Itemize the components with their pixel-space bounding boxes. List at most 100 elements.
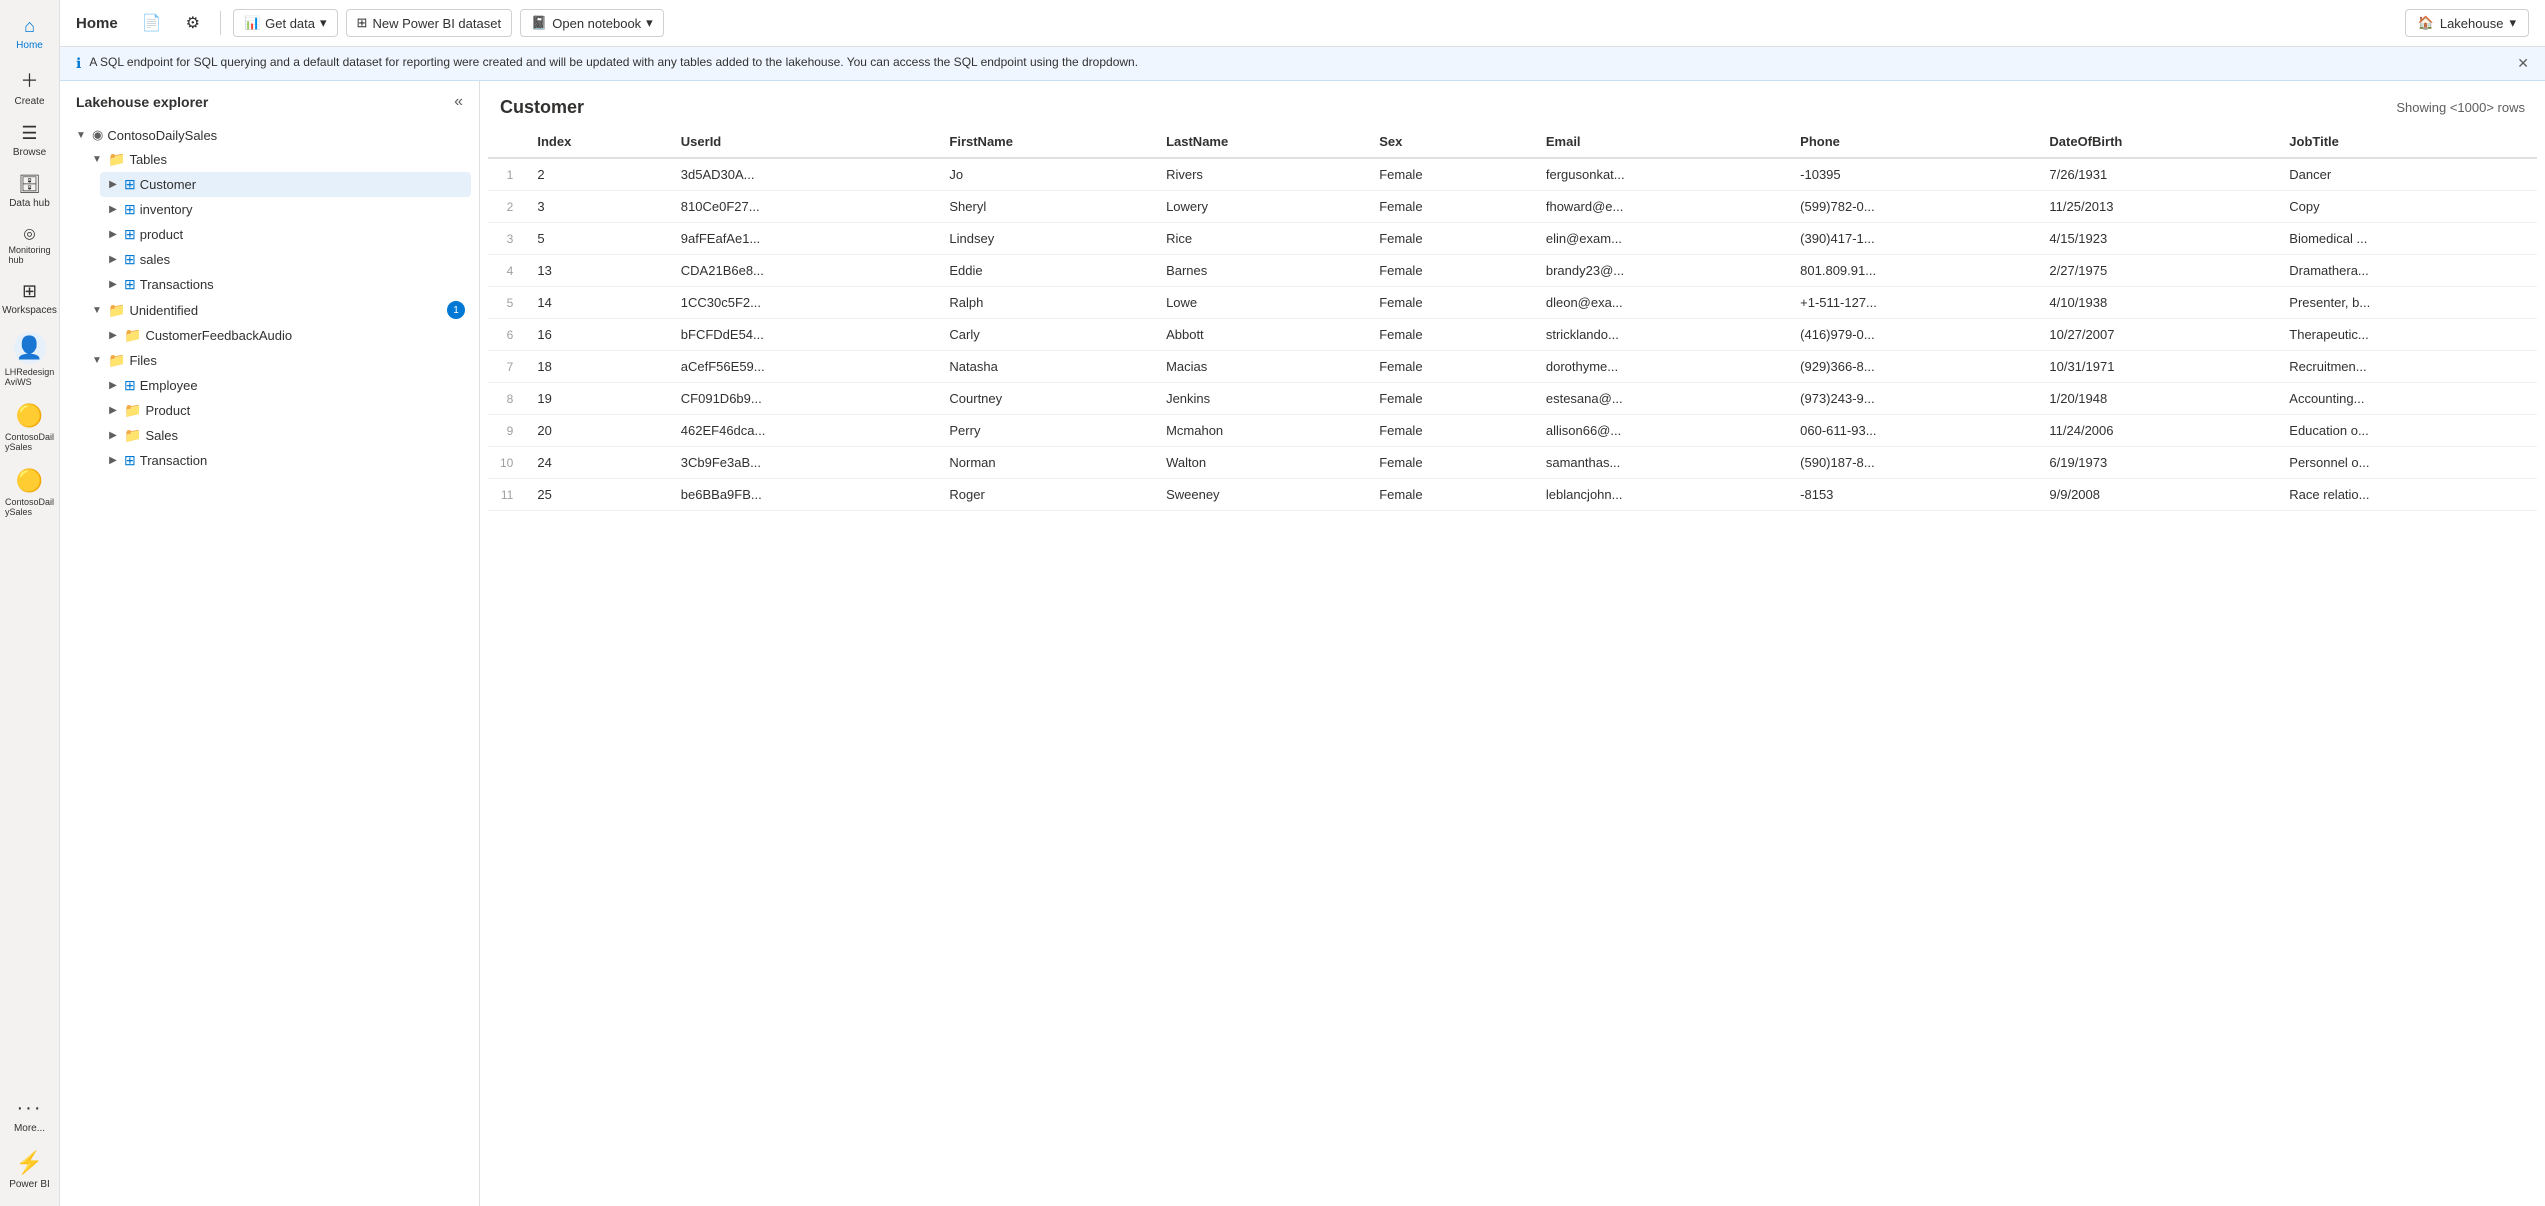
tree-item-transactions[interactable]: ▶ ⊞ Transactions [100, 272, 471, 297]
tree-item-product-file[interactable]: ▶ 📁 Product [100, 398, 471, 423]
cell-index: 20 [525, 415, 668, 447]
tree-item-sales-file[interactable]: ▶ 📁 Sales [100, 423, 471, 448]
inventory-label: inventory [140, 202, 465, 217]
tree-item-employee[interactable]: ▶ ⊞ Employee [100, 373, 471, 398]
toolbar-title: Home [76, 15, 118, 32]
unidentified-children: ▶ 📁 CustomerFeedbackAudio [84, 323, 471, 348]
cell-email: elin@exam... [1534, 223, 1788, 255]
nav-item-monitoring[interactable]: ◎ Monitoringhub [0, 217, 59, 273]
files-label: Files [129, 353, 465, 368]
col-lastname: LastName [1154, 126, 1367, 158]
cell-firstname: Ralph [937, 287, 1154, 319]
workspace-root[interactable]: ▼ ◉ ContosoDailySales [68, 123, 471, 147]
explorer-body: ▼ ◉ ContosoDailySales ▼ 📁 Tables [60, 123, 479, 1206]
nav-item-contoso2[interactable]: 🟡 ContosoDailySales [0, 460, 59, 525]
cell-phone: (416)979-0... [1788, 319, 2037, 351]
cell-email: estesana@... [1534, 383, 1788, 415]
cell-sex: Female [1367, 383, 1534, 415]
customer-chevron: ▶ [106, 179, 120, 190]
nav-item-workspaces[interactable]: ⊞ Workspaces [0, 273, 59, 324]
cell-rownum: 4 [488, 255, 525, 287]
data-table-container[interactable]: Index UserId FirstName LastName Sex Emai… [480, 126, 2545, 1206]
cell-userid: 3d5AD30A... [669, 158, 938, 191]
unidentified-folder-icon: 📁 [108, 302, 125, 319]
new-dataset-button[interactable]: ⊞ New Power BI dataset [346, 9, 513, 37]
cell-job: Race relatio... [2277, 479, 2537, 511]
toolbar-top-right: 🏠 Lakehouse ▾ [2405, 9, 2529, 37]
tree-root: ▼ ◉ ContosoDailySales ▼ 📁 Tables [60, 123, 479, 473]
settings-button[interactable]: ⚙ [178, 8, 208, 38]
toolbar-separator [220, 11, 221, 35]
nav-item-datahub[interactable]: 🗄 Data hub [0, 166, 59, 217]
cell-sex: Female [1367, 255, 1534, 287]
col-dob: DateOfBirth [2037, 126, 2277, 158]
cell-rownum: 9 [488, 415, 525, 447]
cell-email: samanthas... [1534, 447, 1788, 479]
info-close-button[interactable]: ✕ [2517, 55, 2529, 72]
cell-userid: CF091D6b9... [669, 383, 938, 415]
cell-lastname: Rice [1154, 223, 1367, 255]
nav-item-home[interactable]: ⌂ Home [0, 8, 59, 59]
cell-dob: 6/19/1973 [2037, 447, 2277, 479]
sales-file-label: Sales [145, 428, 465, 443]
table-title: Customer [500, 97, 584, 118]
table-row: 11 25 be6BBa9FB... Roger Sweeney Female … [488, 479, 2537, 511]
lakehouse-button[interactable]: 🏠 Lakehouse ▾ [2405, 9, 2529, 37]
unidentified-badge: 1 [447, 301, 465, 319]
nav-item-more[interactable]: ··· More... [0, 1089, 59, 1142]
tree-item-transaction-file[interactable]: ▶ ⊞ Transaction [100, 448, 471, 473]
table-row: 5 14 1CC30c5F2... Ralph Lowe Female dleo… [488, 287, 2537, 319]
tree-item-customerfeedback[interactable]: ▶ 📁 CustomerFeedbackAudio [100, 323, 471, 348]
cell-lastname: Walton [1154, 447, 1367, 479]
nav-item-create[interactable]: ＋ Create [0, 59, 59, 115]
cell-sex: Female [1367, 319, 1534, 351]
explorer-collapse-button[interactable]: « [454, 93, 463, 111]
col-rownum [488, 126, 525, 158]
cell-job: Recruitmen... [2277, 351, 2537, 383]
more-icon: ··· [17, 1097, 43, 1120]
get-data-chevron: ▾ [320, 15, 327, 31]
cell-phone: (390)417-1... [1788, 223, 2037, 255]
open-notebook-button[interactable]: 📓 Open notebook ▾ [520, 9, 664, 37]
unidentified-section[interactable]: ▼ 📁 Unidentified 1 [84, 297, 471, 323]
cell-job: Accounting... [2277, 383, 2537, 415]
workspace-icon: ◉ [92, 127, 103, 143]
tree-item-product[interactable]: ▶ ⊞ product [100, 222, 471, 247]
table-showing: Showing <1000> rows [2396, 100, 2525, 115]
cell-userid: 810Ce0F27... [669, 191, 938, 223]
get-data-button[interactable]: 📊 Get data ▾ [233, 9, 338, 37]
cell-lastname: Rivers [1154, 158, 1367, 191]
files-section[interactable]: ▼ 📁 Files [84, 348, 471, 373]
tree-item-customer[interactable]: ▶ ⊞ Customer ··· [100, 172, 471, 197]
tree-item-sales[interactable]: ▶ ⊞ sales [100, 247, 471, 272]
cell-userid: CDA21B6e8... [669, 255, 938, 287]
unidentified-label: Unidentified [129, 303, 443, 318]
transaction-file-chevron: ▶ [106, 455, 120, 466]
table-header-row: Customer Showing <1000> rows [480, 81, 2545, 126]
table-row: 8 19 CF091D6b9... Courtney Jenkins Femal… [488, 383, 2537, 415]
nav-item-browse[interactable]: ☰ Browse [0, 115, 59, 166]
tables-section[interactable]: ▼ 📁 Tables [84, 147, 471, 172]
cell-job: Presenter, b... [2277, 287, 2537, 319]
tables-label: Tables [129, 152, 465, 167]
cell-lastname: Mcmahon [1154, 415, 1367, 447]
transactions-label: Transactions [140, 277, 465, 292]
cell-lastname: Jenkins [1154, 383, 1367, 415]
nav-item-lhredesign-label: LHRedesignAviWS [5, 367, 55, 387]
inventory-table-icon: ⊞ [124, 201, 136, 218]
save-button[interactable]: 📄 [134, 8, 170, 38]
cell-dob: 4/10/1938 [2037, 287, 2277, 319]
tree-item-inventory[interactable]: ▶ ⊞ inventory [100, 197, 471, 222]
nav-item-powerbi[interactable]: ⚡ Power BI [0, 1142, 59, 1198]
cell-phone: (599)782-0... [1788, 191, 2037, 223]
cell-firstname: Natasha [937, 351, 1154, 383]
workspace-children: ▼ 📁 Tables ▶ ⊞ Customer ··· [68, 147, 471, 473]
cell-firstname: Lindsey [937, 223, 1154, 255]
nav-item-lhredesign[interactable]: 👤 LHRedesignAviWS [0, 324, 59, 395]
transaction-file-icon: ⊞ [124, 452, 136, 469]
nav-item-contoso1[interactable]: 🟡 ContosoDailySales [0, 395, 59, 460]
nav-item-contoso2-label: ContosoDailySales [5, 497, 54, 517]
cell-lastname: Abbott [1154, 319, 1367, 351]
create-icon: ＋ [21, 67, 39, 93]
cell-sex: Female [1367, 223, 1534, 255]
